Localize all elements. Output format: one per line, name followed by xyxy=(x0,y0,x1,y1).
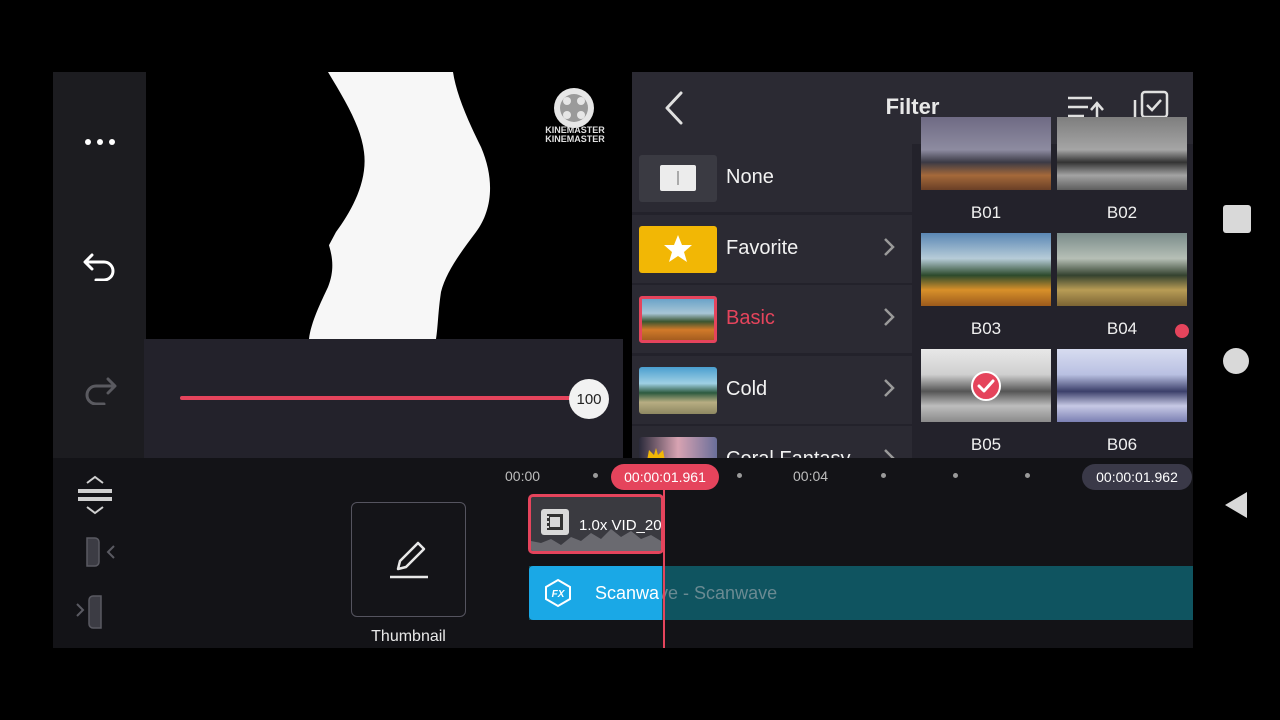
recents-button[interactable] xyxy=(1223,205,1251,233)
expand-timeline-button[interactable] xyxy=(75,474,115,518)
timeline: 00:00 00:04 00:00:01.961 00:00:01.962 Th… xyxy=(53,458,1193,648)
basic-thumbnail xyxy=(639,296,717,343)
film-icon xyxy=(547,514,563,530)
redo-icon xyxy=(85,377,116,405)
filter-b06-label: B06 xyxy=(1106,435,1138,454)
effect-clip-selected[interactable]: FX Scanwa xyxy=(529,566,662,620)
category-basic[interactable]: Basic xyxy=(632,285,912,353)
coral-fantasy-thumbnail xyxy=(639,437,717,458)
chevron-right-icon xyxy=(884,379,895,397)
category-label: Cold xyxy=(726,378,768,400)
watermark-text-2: KINEMASTER xyxy=(545,134,605,144)
chevron-right-icon xyxy=(884,308,895,326)
category-label: None xyxy=(726,166,774,188)
kinemaster-logo-icon xyxy=(554,88,594,128)
filter-b03-label: B03 xyxy=(970,319,1002,338)
ruler-tick xyxy=(737,473,742,478)
svg-text:FX: FX xyxy=(552,589,566,600)
category-coral-fantasy[interactable]: Coral Fantasy xyxy=(632,426,912,458)
favorite-thumbnail xyxy=(639,226,717,273)
cold-thumbnail xyxy=(639,367,717,414)
intensity-slider-thumb[interactable]: 100 xyxy=(569,379,609,419)
fx-icon: FX xyxy=(545,578,571,608)
intensity-slider-track[interactable] xyxy=(180,396,586,400)
kinemaster-watermark: KINEMASTER KINEMASTER xyxy=(538,86,612,144)
video-clip[interactable]: 1.0x VID_20 xyxy=(528,494,664,554)
thumbnail-label: Thumbnail xyxy=(371,628,446,645)
video-preview[interactable]: KINEMASTER KINEMASTER xyxy=(146,72,623,339)
trim-start-button[interactable] xyxy=(81,534,121,574)
trim-left-icon xyxy=(86,537,115,567)
category-label: Basic xyxy=(726,307,775,329)
filter-grid: B01 B02 B03 B04 B05 B06 xyxy=(921,117,1193,458)
none-thumbnail xyxy=(639,155,717,202)
thumbnail-button[interactable] xyxy=(351,502,466,617)
category-none[interactable]: None xyxy=(632,144,912,212)
playhead-time-badge[interactable]: 00:00:01.961 xyxy=(611,464,719,490)
ruler-tick xyxy=(1025,473,1030,478)
category-label: Favorite xyxy=(726,237,799,259)
filter-panel: Filter None Favorite Basic Cold B01 B02 … xyxy=(632,72,1193,458)
filter-b06-thumbnail[interactable] xyxy=(1057,349,1187,422)
effect-clip-label-visible: Scanwa xyxy=(595,583,660,603)
trim-end-button[interactable] xyxy=(71,594,111,634)
pencil-icon xyxy=(390,541,428,579)
ruler-start-time: 00:00 xyxy=(505,468,541,484)
category-cold[interactable]: Cold xyxy=(632,356,912,424)
ruler-tick xyxy=(881,473,886,478)
video-clip-label: 1.0x VID_20 xyxy=(579,517,662,534)
ruler-tick xyxy=(953,473,958,478)
chevron-right-icon xyxy=(884,449,895,458)
recording-indicator xyxy=(1175,324,1189,338)
undo-button[interactable] xyxy=(53,235,146,295)
redo-button[interactable] xyxy=(53,359,146,419)
category-label: Coral Fantasy xyxy=(726,448,851,458)
video-clip-icon-box xyxy=(541,509,569,535)
filter-b04-label: B04 xyxy=(1106,319,1138,338)
check-icon xyxy=(971,371,1001,401)
filter-b03-thumbnail[interactable] xyxy=(921,233,1051,306)
trim-right-icon xyxy=(76,595,102,629)
category-favorite[interactable]: Favorite xyxy=(632,215,912,283)
back-triangle-icon[interactable] xyxy=(1223,490,1249,520)
intensity-slider-area: 100 xyxy=(144,339,623,458)
playhead-line[interactable] xyxy=(663,490,665,648)
total-time-badge: 00:00:01.962 xyxy=(1082,464,1192,490)
undo-icon xyxy=(83,253,114,281)
more-button[interactable] xyxy=(53,112,146,172)
left-toolbar xyxy=(53,72,146,458)
ruler-tick xyxy=(593,473,598,478)
filter-b05-thumbnail[interactable] xyxy=(921,349,1051,422)
filter-b02-thumbnail[interactable] xyxy=(1057,117,1187,190)
filter-b05-label: B05 xyxy=(970,435,1002,454)
crown-icon xyxy=(647,448,665,458)
home-button[interactable] xyxy=(1223,348,1249,374)
ruler-mid-time: 00:04 xyxy=(793,468,829,484)
filter-b02-label: B02 xyxy=(1106,203,1138,222)
star-icon xyxy=(664,235,692,262)
expand-icon xyxy=(78,475,112,515)
system-nav-bar xyxy=(1175,72,1280,648)
filter-b04-thumbnail[interactable] xyxy=(1057,233,1187,306)
filter-b01-thumbnail[interactable] xyxy=(921,117,1051,190)
chevron-right-icon xyxy=(884,238,895,256)
effect-clip[interactable]: Scanwave - Scanwave FX Scanwa xyxy=(529,566,1193,620)
more-icon xyxy=(84,139,115,145)
filter-b01-label: B01 xyxy=(970,203,1002,222)
